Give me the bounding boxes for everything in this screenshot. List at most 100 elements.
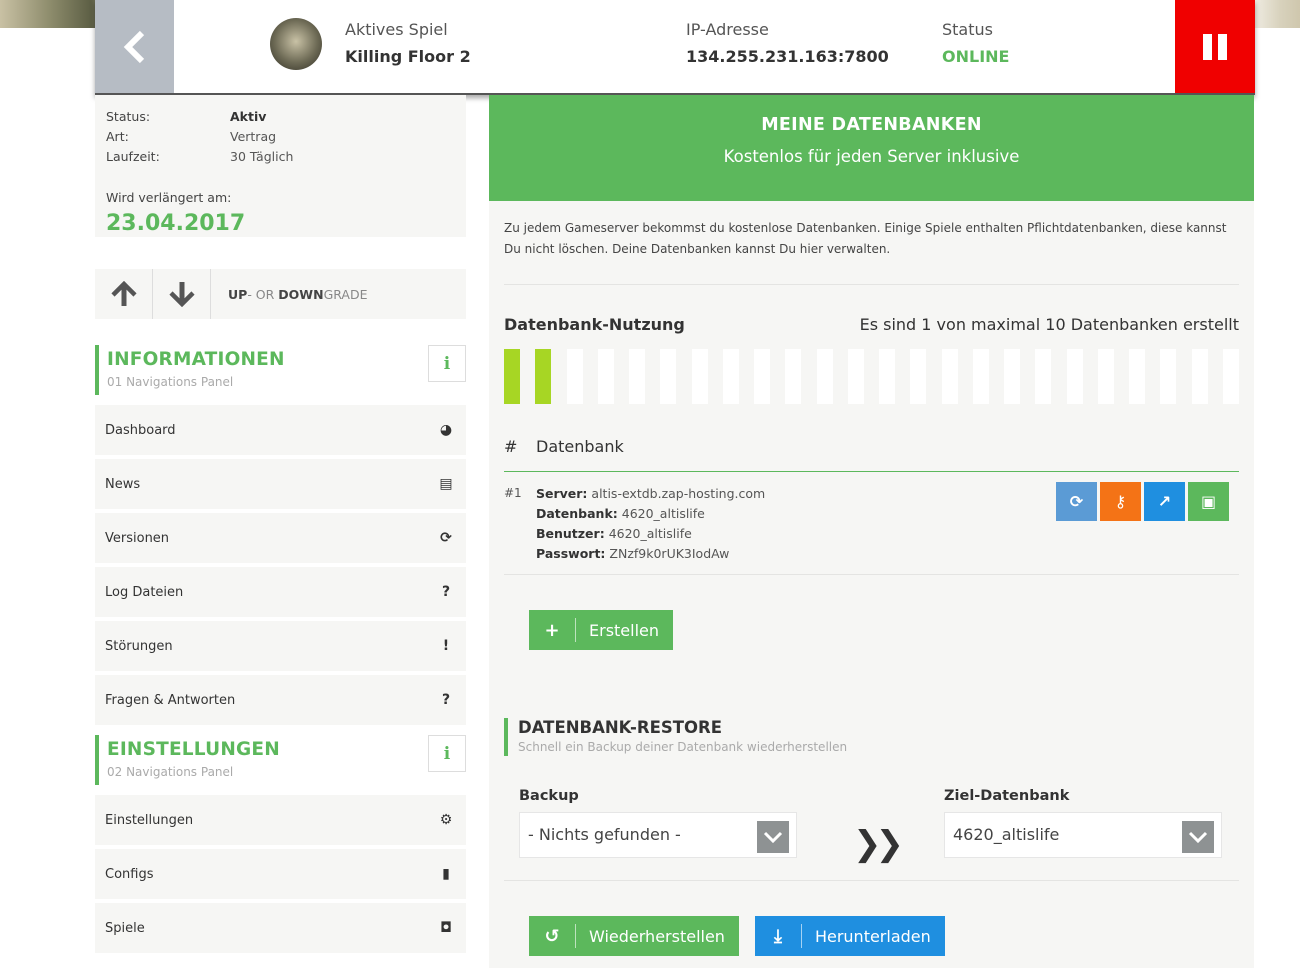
file-icon: ▮ bbox=[442, 866, 450, 882]
download-button[interactable]: ⤓ Herunterladen bbox=[754, 916, 945, 956]
gears-icon: ⚙ bbox=[439, 812, 453, 828]
db-number: #1 bbox=[504, 486, 522, 500]
section-title: EINSTELLUNGEN bbox=[107, 739, 280, 760]
usage-segment-used bbox=[504, 349, 520, 404]
usage-segment-used bbox=[535, 349, 552, 404]
sidebar-item-faq[interactable]: Fragen & Antworten ? bbox=[95, 675, 466, 725]
section-info-button[interactable]: i bbox=[428, 345, 466, 382]
usage-header: Datenbank-Nutzung Es sind 1 von maximal … bbox=[504, 315, 1239, 334]
info-value: Aktiv bbox=[230, 109, 267, 124]
restore-section-header: DATENBANK-RESTORE Schnell ein Backup dei… bbox=[504, 718, 1254, 756]
exclamation-icon: ! bbox=[442, 638, 450, 654]
save-icon: ▣ bbox=[1200, 492, 1217, 511]
hero-title: MEINE DATENBANKEN bbox=[761, 115, 982, 135]
info-value: 30 Täglich bbox=[230, 149, 294, 164]
db-user-label: Benutzer: bbox=[536, 526, 605, 541]
renew-date: 23.04.2017 bbox=[106, 211, 246, 236]
upgrade-down-button[interactable] bbox=[153, 269, 211, 319]
usage-segment-free bbox=[1004, 349, 1020, 404]
sidebar-item-label: Dashboard bbox=[105, 422, 176, 438]
pause-server-button[interactable] bbox=[1175, 0, 1255, 93]
sidebar-item-label: Versionen bbox=[105, 530, 170, 546]
double-chevron-right-icon: ❯❯ bbox=[853, 824, 904, 864]
section-informationen: INFORMATIONEN 01 Navigations Panel i bbox=[95, 345, 466, 395]
db-reset-button[interactable]: ⟳ bbox=[1056, 482, 1097, 521]
sidebar-item-log-dateien[interactable]: Log Dateien ? bbox=[95, 567, 466, 617]
gamepad-icon: ◘ bbox=[440, 920, 452, 936]
upgrade-label[interactable]: UP- OR DOWNGRADE bbox=[228, 287, 368, 302]
sidebar-item-label: News bbox=[105, 476, 141, 492]
db-open-button[interactable]: ↗ bbox=[1144, 482, 1185, 521]
db-server-label: Server: bbox=[536, 486, 588, 501]
databases-panel: MEINE DATENBANKEN Kostenlos für jeden Se… bbox=[489, 95, 1254, 968]
restore-button[interactable]: ↺ Wiederherstellen bbox=[529, 916, 739, 956]
upgrade-bar: UP- OR DOWNGRADE bbox=[95, 269, 466, 319]
upgrade-grade-text: GRADE bbox=[323, 286, 368, 302]
db-pass-value: ZNzf9k0rUK3IodAw bbox=[609, 546, 730, 561]
upgrade-up-text: UP bbox=[228, 286, 248, 302]
status-value: ONLINE bbox=[942, 47, 1010, 66]
ip-label: IP-Adresse bbox=[686, 20, 769, 39]
sidebar-item-configs[interactable]: Configs ▮ bbox=[95, 849, 466, 899]
sidebar-item-news[interactable]: News ▤ bbox=[95, 459, 466, 509]
db-name-value: 4620_altislife bbox=[621, 506, 705, 521]
usage-info: Es sind 1 von maximal 10 Datenbanken ers… bbox=[859, 315, 1239, 334]
active-game-label: Aktives Spiel bbox=[345, 20, 448, 39]
info-key: Status: bbox=[106, 109, 151, 124]
col-hash: # bbox=[504, 437, 518, 456]
backup-selected-value: - Nichts gefunden - bbox=[528, 825, 681, 844]
usage-segment-free bbox=[1191, 349, 1208, 404]
target-label: Ziel-Datenbank bbox=[944, 788, 1070, 804]
nav-list-einstellungen: Einstellungen ⚙ Configs ▮ Spiele ◘ bbox=[95, 795, 466, 953]
server-info-box: Status: Aktiv Art: Vertrag Laufzeit: 30 … bbox=[95, 95, 466, 237]
sidebar-item-label: Einstellungen bbox=[105, 812, 194, 828]
target-select[interactable]: 4620_altislife bbox=[944, 812, 1222, 858]
sidebar-item-versionen[interactable]: Versionen ⟳ bbox=[95, 513, 466, 563]
sidebar-item-dashboard[interactable]: Dashboard ◕ bbox=[95, 405, 466, 455]
upgrade-up-button[interactable] bbox=[95, 269, 153, 319]
backup-select[interactable]: - Nichts gefunden - bbox=[519, 812, 797, 858]
target-field: Ziel-Datenbank 4620_altislife bbox=[944, 788, 1222, 858]
info-icon: i bbox=[443, 743, 451, 764]
table-row: #1 Server: altis-extdb.zap-hosting.com D… bbox=[504, 472, 1239, 575]
create-wrap: + Erstellen bbox=[529, 610, 1254, 650]
usage-segment-free bbox=[691, 349, 708, 404]
newspaper-icon: ▤ bbox=[439, 476, 453, 492]
restore-label: Wiederherstellen bbox=[589, 926, 725, 946]
key-icon: ⚷ bbox=[1114, 492, 1127, 511]
db-backup-button[interactable]: ▣ bbox=[1188, 482, 1229, 521]
upgrade-down-text: DOWN bbox=[278, 286, 324, 302]
section-info-button[interactable]: i bbox=[428, 735, 466, 772]
usage-segment-free bbox=[597, 349, 614, 404]
game-header-bar: Aktives Spiel Killing Floor 2 IP-Adresse… bbox=[95, 0, 1255, 95]
chevron-down-icon bbox=[1182, 821, 1214, 853]
ip-block: IP-Adresse 134.255.231.163:7800 bbox=[686, 20, 889, 66]
back-button[interactable] bbox=[95, 0, 174, 93]
section-subtitle: 02 Navigations Panel bbox=[107, 765, 234, 779]
section-subtitle: 01 Navigations Panel bbox=[107, 375, 234, 389]
active-game-value: Killing Floor 2 bbox=[345, 47, 471, 66]
arrow-down-icon bbox=[168, 282, 195, 307]
create-label: Erstellen bbox=[589, 620, 660, 640]
usage-segment-free bbox=[1160, 349, 1177, 404]
usage-segment-free bbox=[847, 349, 864, 404]
sidebar-item-label: Spiele bbox=[105, 920, 145, 936]
db-password-button[interactable]: ⚷ bbox=[1100, 482, 1141, 521]
download-label: Herunterladen bbox=[814, 926, 931, 946]
ip-value: 134.255.231.163:7800 bbox=[686, 47, 889, 66]
sidebar-item-spiele[interactable]: Spiele ◘ bbox=[95, 903, 466, 953]
usage-segment-free bbox=[910, 349, 927, 404]
create-db-button[interactable]: + Erstellen bbox=[529, 610, 674, 650]
section-einstellungen: EINSTELLUNGEN 02 Navigations Panel i bbox=[95, 735, 466, 785]
target-selected-value: 4620_altislife bbox=[953, 825, 1060, 844]
pause-icon-bar bbox=[1218, 33, 1227, 60]
section-title: INFORMATIONEN bbox=[107, 349, 285, 370]
sidebar-item-einstellungen[interactable]: Einstellungen ⚙ bbox=[95, 795, 466, 845]
usage-segment-free bbox=[1066, 349, 1083, 404]
info-row-duration: Laufzeit: 30 Täglich bbox=[106, 147, 455, 167]
divider bbox=[504, 880, 1239, 881]
usage-segment-free bbox=[972, 349, 989, 404]
db-table-header: # Datenbank bbox=[504, 437, 1239, 472]
question-icon: ? bbox=[441, 584, 451, 600]
sidebar-item-stoerungen[interactable]: Störungen ! bbox=[95, 621, 466, 671]
